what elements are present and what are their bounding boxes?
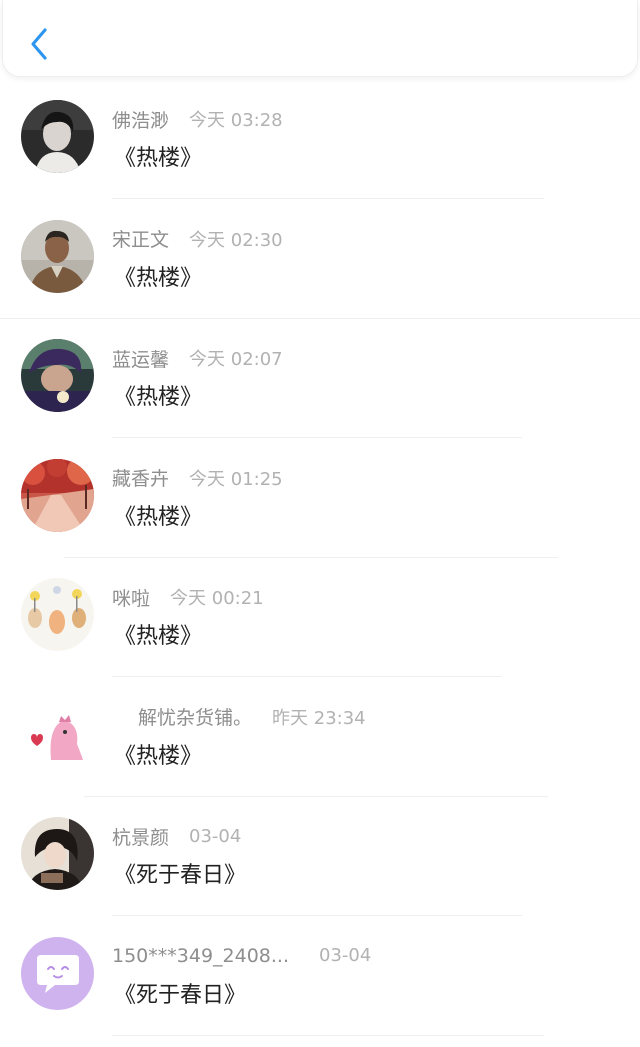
chevron-left-icon (31, 28, 47, 60)
avatar[interactable] (21, 100, 94, 173)
list-item[interactable]: 藏香卉 今天 01:25 《热楼》 (0, 439, 640, 559)
timestamp: 昨天 23:34 (272, 707, 366, 729)
reading-list: 佛浩渺 今天 03:28 《热楼》 宋正文 今天 02:30 《热楼》 蓝运馨 … (0, 80, 640, 1036)
avatar[interactable] (21, 339, 94, 412)
item-meta: 蓝运馨 今天 02:07 (112, 345, 283, 371)
book-title[interactable]: 《热楼》 (114, 618, 202, 650)
avatar[interactable] (21, 578, 94, 651)
avatar[interactable] (21, 458, 94, 532)
avatar[interactable] (21, 219, 94, 293)
list-item[interactable]: 杭景颜 03-04 《死于春日》 (0, 797, 640, 917)
item-meta: 佛浩渺 今天 03:28 (112, 106, 283, 132)
item-meta: 解忧杂货铺。 昨天 23:34 (138, 704, 366, 730)
user-name[interactable]: 佛浩渺 (112, 106, 169, 133)
item-meta: 杭景颜 03-04 (112, 823, 241, 849)
back-button[interactable] (21, 22, 57, 66)
user-name[interactable]: 咪啦 (112, 584, 150, 611)
list-item[interactable]: 解忧杂货铺。 昨天 23:34 《热楼》 (0, 678, 640, 798)
user-name[interactable]: 宋正文 (112, 225, 169, 252)
avatar[interactable] (21, 817, 94, 890)
list-item[interactable]: 咪啦 今天 00:21 《热楼》 (0, 558, 640, 678)
timestamp: 今天 00:21 (170, 588, 264, 609)
timestamp: 03-04 (319, 945, 372, 966)
avatar[interactable] (21, 697, 94, 771)
timestamp: 今天 03:28 (189, 110, 283, 131)
list-item[interactable]: 150***349_2408... 03-04 《死于春日》 (0, 917, 640, 1037)
user-name[interactable]: 解忧杂货铺。 (138, 703, 252, 730)
item-meta: 150***349_2408... 03-04 (112, 943, 371, 969)
timestamp: 今天 02:07 (189, 349, 283, 370)
user-name[interactable]: 藏香卉 (112, 464, 169, 491)
divider (112, 1034, 544, 1036)
item-meta: 藏香卉 今天 01:25 (112, 465, 283, 491)
user-name[interactable]: 150***349_2408... (112, 945, 289, 967)
timestamp: 今天 02:30 (189, 229, 283, 251)
list-item[interactable]: 佛浩渺 今天 03:28 《热楼》 (0, 80, 640, 200)
book-title[interactable]: 《热楼》 (114, 140, 202, 172)
book-title[interactable]: 《热楼》 (114, 499, 202, 531)
book-title[interactable]: 《热楼》 (114, 379, 202, 411)
list-item[interactable]: 宋正文 今天 02:30 《热楼》 (0, 200, 640, 320)
timestamp: 今天 01:25 (189, 468, 283, 490)
book-title[interactable]: 《死于春日》 (114, 857, 246, 889)
item-meta: 宋正文 今天 02:30 (112, 226, 283, 252)
avatar[interactable] (21, 936, 94, 1010)
book-title[interactable]: 《热楼》 (114, 738, 202, 770)
user-name[interactable]: 蓝运馨 (112, 345, 169, 372)
item-meta: 咪啦 今天 00:21 (112, 584, 264, 610)
top-bar (2, 0, 638, 77)
list-item[interactable]: 蓝运馨 今天 02:07 《热楼》 (0, 319, 640, 439)
timestamp: 03-04 (189, 825, 242, 847)
user-name[interactable]: 杭景颜 (112, 823, 169, 850)
book-title[interactable]: 《死于春日》 (114, 977, 246, 1009)
book-title[interactable]: 《热楼》 (114, 260, 202, 292)
